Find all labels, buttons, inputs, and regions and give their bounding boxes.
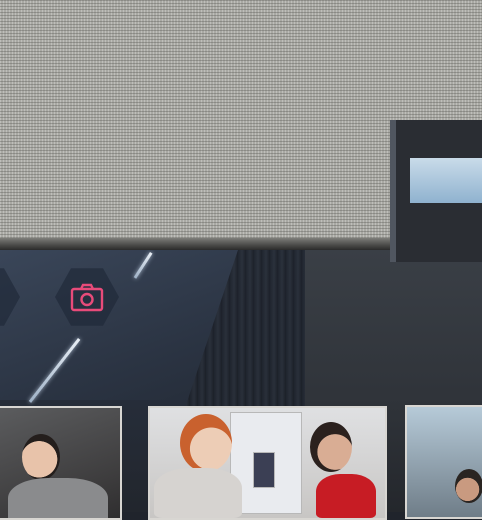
window: [410, 158, 482, 203]
person-image: [455, 469, 482, 503]
person-image: [154, 468, 242, 518]
person-image: [180, 414, 232, 472]
pinboard: [253, 452, 275, 488]
gallery-photo[interactable]: [0, 406, 122, 520]
person-image: [316, 474, 376, 518]
gallery-photo[interactable]: [405, 405, 482, 519]
gallery-photo[interactable]: [148, 406, 387, 520]
person-image: [310, 422, 352, 472]
person-image: [8, 478, 108, 518]
person-image: [22, 434, 60, 480]
camera-icon: [70, 283, 104, 312]
